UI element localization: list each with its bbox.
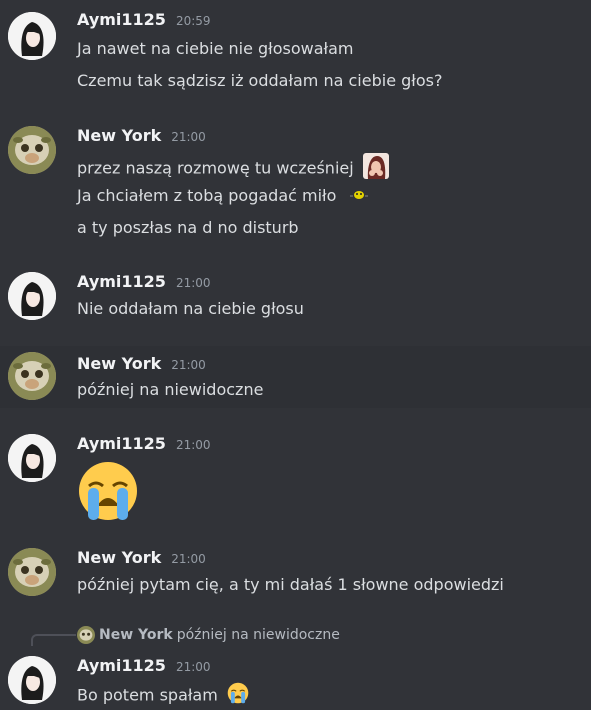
message-text: później na niewidoczne bbox=[77, 380, 264, 399]
avatar[interactable] bbox=[8, 272, 56, 320]
avatar[interactable] bbox=[8, 126, 56, 174]
reply-preview[interactable]: New York później na niewidoczne bbox=[77, 626, 340, 644]
message[interactable]: New York 21:00 później na niewidoczne bbox=[0, 346, 591, 408]
message-text: Ja nawet na ciebie nie głosowałam bbox=[77, 39, 354, 58]
sticker-emoji-icon bbox=[362, 153, 389, 185]
reply-avatar bbox=[77, 626, 95, 644]
message[interactable]: New York później na niewidoczne Aymi1125… bbox=[0, 622, 591, 705]
message-text: a ty poszłas na d no disturb bbox=[77, 218, 299, 237]
reply-text[interactable]: później na niewidoczne bbox=[177, 627, 340, 643]
sob-emoji-icon bbox=[227, 682, 249, 710]
message-line: przez naszą rozmowę tu wcześniej bbox=[77, 153, 389, 185]
avatar[interactable] bbox=[8, 12, 56, 60]
avatar[interactable] bbox=[8, 656, 56, 704]
timestamp: 21:00 bbox=[171, 552, 206, 566]
sob-emoji-icon[interactable] bbox=[77, 460, 139, 526]
username[interactable]: New York bbox=[77, 126, 161, 145]
username[interactable]: New York bbox=[77, 354, 161, 373]
small-emoji-icon bbox=[349, 186, 369, 208]
message-text: Czemu tak sądzisz iż oddałam na ciebie g… bbox=[77, 71, 443, 90]
username[interactable]: Aymi1125 bbox=[77, 10, 166, 29]
message-line: Bo potem spałam bbox=[77, 682, 249, 710]
message-text: później pytam cię, a ty mi dałaś 1 słown… bbox=[77, 575, 504, 594]
reply-username[interactable]: New York bbox=[99, 627, 173, 643]
timestamp: 21:00 bbox=[175, 660, 211, 674]
message-line: Ja chciałem z tobą pogadać miło bbox=[77, 185, 369, 208]
message-text: Nie oddałam na ciebie głosu bbox=[77, 299, 304, 318]
username[interactable]: Aymi1125 bbox=[77, 656, 166, 675]
message-text: przez naszą rozmowę tu wcześniej bbox=[77, 158, 354, 178]
message[interactable]: New York 21:00 później pytam cię, a ty m… bbox=[0, 540, 591, 612]
username[interactable]: New York bbox=[77, 548, 161, 567]
message[interactable]: Aymi1125 20:59 Ja nawet na ciebie nie gł… bbox=[0, 0, 591, 104]
message-text: Ja chciałem z tobą pogadać miło bbox=[77, 186, 337, 205]
message[interactable]: Aymi1125 21:00 bbox=[0, 424, 591, 528]
timestamp: 21:00 bbox=[175, 276, 211, 290]
reply-spine bbox=[31, 634, 76, 646]
username[interactable]: Aymi1125 bbox=[77, 272, 166, 291]
timestamp: 21:00 bbox=[171, 358, 206, 372]
message-text: Bo potem spałam bbox=[77, 685, 218, 705]
timestamp: 20:59 bbox=[175, 14, 211, 28]
message[interactable]: New York 21:00 przez naszą rozmowę tu wc… bbox=[0, 116, 591, 246]
timestamp: 21:00 bbox=[175, 438, 211, 452]
avatar[interactable] bbox=[8, 548, 56, 596]
timestamp: 21:00 bbox=[171, 130, 206, 144]
username[interactable]: Aymi1125 bbox=[77, 434, 166, 453]
avatar[interactable] bbox=[8, 434, 56, 482]
message[interactable]: Aymi1125 21:00 Nie oddałam na ciebie gło… bbox=[0, 262, 591, 334]
avatar[interactable] bbox=[8, 352, 56, 400]
chat-messages: Aymi1125 20:59 Ja nawet na ciebie nie gł… bbox=[0, 0, 591, 705]
